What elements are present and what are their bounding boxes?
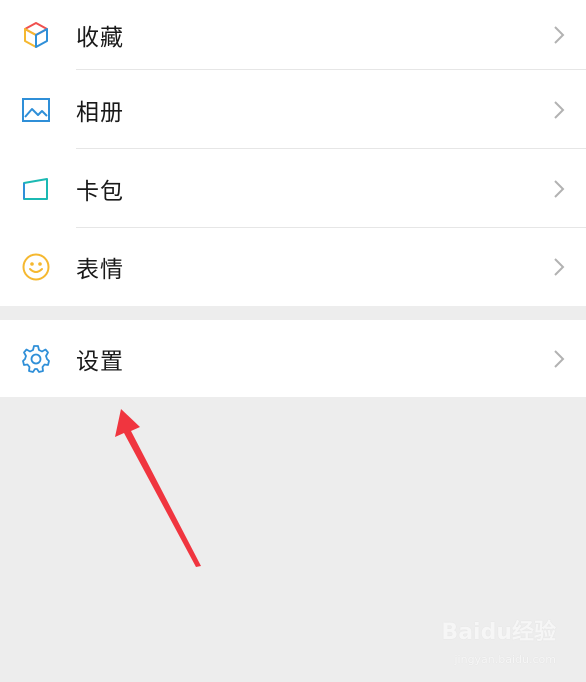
menu-item-label: 卡包 — [76, 178, 124, 205]
menu-item-stickers[interactable]: 表情 — [0, 228, 586, 306]
menu-item-label: 设置 — [76, 348, 124, 375]
menu-item-favorites[interactable]: 收藏 — [0, 0, 586, 70]
menu-item-label: 相册 — [76, 99, 124, 126]
watermark-logo: Baidu经验 — [441, 620, 556, 645]
menu-item-album[interactable]: 相册 — [0, 70, 586, 149]
watermark: Baidu经验 jingyan.baidu.com — [426, 614, 556, 666]
chevron-right-icon — [552, 255, 566, 279]
watermark-url: jingyan.baidu.com — [454, 653, 556, 666]
menu-item-label: 表情 — [76, 257, 124, 283]
chevron-right-icon — [552, 177, 566, 201]
menu-group-main: 收藏 相册 卡包 表情 — [0, 0, 586, 306]
menu-item-settings[interactable]: 设置 — [0, 320, 586, 397]
favorites-cube-icon — [20, 19, 52, 51]
emoji-smile-icon — [20, 251, 52, 283]
chevron-right-icon — [552, 23, 566, 47]
chevron-right-icon — [552, 347, 566, 371]
settings-gear-icon — [20, 343, 52, 375]
menu-group-settings: 设置 — [0, 320, 586, 397]
menu-item-label: 收藏 — [76, 25, 124, 51]
chevron-right-icon — [552, 98, 566, 122]
card-wallet-icon — [20, 173, 52, 205]
menu-item-card-wallet[interactable]: 卡包 — [0, 149, 586, 228]
annotation-arrow-shape — [115, 409, 201, 567]
album-picture-icon — [20, 94, 52, 126]
